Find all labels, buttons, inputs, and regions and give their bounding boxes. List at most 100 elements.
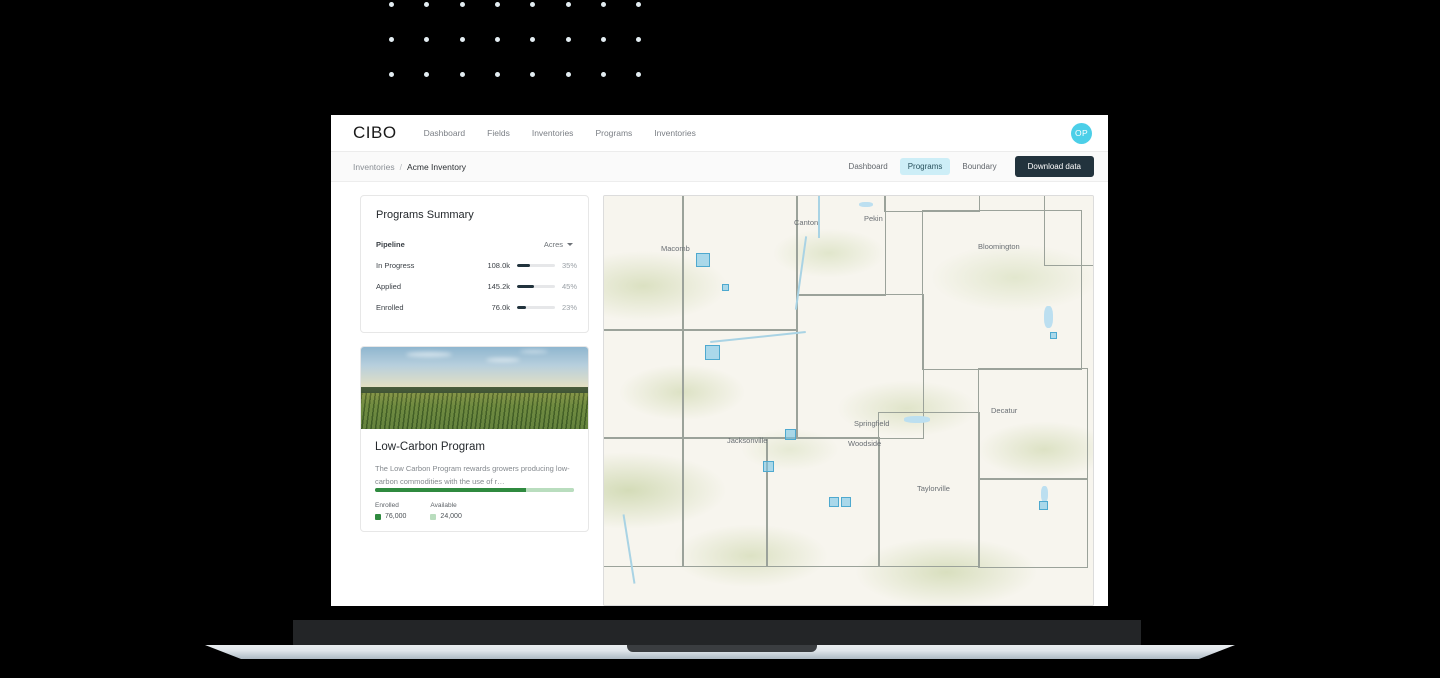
program-description: The Low Carbon Program rewards growers p… xyxy=(375,464,570,487)
column-header-pipeline: Pipeline xyxy=(376,240,405,249)
legend-value-available: 24,000 xyxy=(430,513,462,521)
laptop-base-notch xyxy=(627,645,817,652)
row-value-applied: 145.2k xyxy=(487,282,510,291)
legend-label-available: Available xyxy=(430,502,457,510)
app-top-bar: CIBO Dashboard Fields Inventories Progra… xyxy=(331,115,1108,152)
laptop-bottom-bezel xyxy=(293,620,1141,648)
enrollment-bar xyxy=(375,488,574,493)
photo-crop-field xyxy=(361,392,588,429)
left-column: Programs Summary Pipeline Acres In Progr… xyxy=(360,195,589,606)
map-city-label: Taylorville xyxy=(917,484,950,493)
row-percent-applied: 45% xyxy=(562,282,578,291)
program-photo xyxy=(361,347,588,429)
laptop-screen: CIBO Dashboard Fields Inventories Progra… xyxy=(331,115,1108,606)
breadcrumb: Inventories / Acme Inventory xyxy=(353,162,466,172)
grid-dot xyxy=(636,2,642,7)
legend-label-enrolled: Enrolled xyxy=(375,502,399,510)
breadcrumb-current: Acme Inventory xyxy=(406,161,467,172)
grid-dot xyxy=(424,2,430,7)
photo-cloud xyxy=(406,351,453,357)
grid-dot xyxy=(636,72,642,77)
tab-dashboard[interactable]: Dashboard xyxy=(841,158,896,175)
grid-dot xyxy=(600,37,606,42)
programs-summary-card: Programs Summary Pipeline Acres In Progr… xyxy=(360,195,589,333)
main-content: Programs Summary Pipeline Acres In Progr… xyxy=(331,182,1108,606)
table-row[interactable]: Enrolled 76.0k 23% xyxy=(376,297,577,318)
legend-swatch-enrolled xyxy=(375,513,381,520)
avatar[interactable]: OP xyxy=(1071,122,1092,144)
nav-item-programs[interactable]: Programs xyxy=(595,128,632,138)
program-title: Low-Carbon Program xyxy=(375,441,485,453)
tab-programs[interactable]: Programs xyxy=(899,158,951,175)
nav-item-fields[interactable]: Fields xyxy=(487,128,510,138)
grid-dot xyxy=(459,72,465,77)
progress-bar-enrolled xyxy=(517,306,555,309)
grid-dot xyxy=(530,72,536,77)
program-card[interactable]: Low-Carbon Program The Low Carbon Progra… xyxy=(360,346,589,533)
chevron-down-icon xyxy=(567,243,573,246)
unit-selector[interactable]: Acres xyxy=(544,240,573,249)
legend-enrolled: Enrolled 76,000 xyxy=(375,502,406,520)
grid-dot xyxy=(600,2,606,7)
primary-nav: Dashboard Fields Inventories Programs In… xyxy=(424,128,696,138)
grid-dot xyxy=(389,2,394,7)
map-city-label: Canton xyxy=(794,218,819,227)
nav-item-dashboard[interactable]: Dashboard xyxy=(424,128,466,138)
grid-dot xyxy=(565,37,571,42)
program-body: Low-Carbon Program The Low Carbon Progra… xyxy=(361,429,588,488)
legend-available: Available 24,000 xyxy=(430,502,462,521)
map-city-label: Jacksonville xyxy=(727,436,768,445)
grid-dot xyxy=(565,72,571,77)
grid-dot xyxy=(530,2,536,7)
map-city-label: Woodside xyxy=(848,439,882,448)
table-row[interactable]: In Progress 108.0k 35% xyxy=(376,255,577,276)
photo-sky xyxy=(361,347,588,393)
map-city-label: Springfield xyxy=(854,419,890,428)
nav-item-inventories[interactable]: Inventories xyxy=(532,128,574,138)
map-city-label: Bloomington xyxy=(978,242,1020,251)
decorative-dot-grid xyxy=(389,0,649,80)
enrollment-legend: Enrolled 76,000 Available 24,000 xyxy=(375,502,574,520)
summary-header-row: Pipeline Acres xyxy=(376,234,573,255)
grid-dot xyxy=(459,37,465,42)
grid-dot xyxy=(494,2,500,7)
download-data-button[interactable]: Download data xyxy=(1014,156,1094,177)
map-city-label: Macomb xyxy=(661,244,690,253)
grid-dot xyxy=(424,72,430,77)
row-label-in-progress: In Progress xyxy=(376,261,415,270)
table-row[interactable]: Applied 145.2k 45% xyxy=(376,276,577,297)
map-city-label: Decatur xyxy=(991,406,1018,415)
grid-dot xyxy=(636,37,642,42)
screenshot-stage: CIBO Dashboard Fields Inventories Progra… xyxy=(0,0,1440,678)
progress-bar-applied xyxy=(517,285,555,288)
row-value-in-progress: 108.0k xyxy=(487,261,510,270)
grid-dot xyxy=(389,72,394,77)
photo-crop-rows xyxy=(361,392,588,429)
unit-selector-label: Acres xyxy=(543,240,563,249)
grid-dot xyxy=(565,2,571,7)
brand-logo[interactable]: CIBO xyxy=(353,123,397,143)
grid-dot xyxy=(494,37,500,42)
map-city-labels: Canton Pekin Bloomington Macomb Springfield W… xyxy=(604,196,1093,605)
breadcrumb-parent[interactable]: Inventories xyxy=(353,162,395,172)
tab-boundary[interactable]: Boundary xyxy=(954,158,1004,175)
row-label-applied: Applied xyxy=(376,282,402,291)
grid-dot xyxy=(530,37,536,42)
grid-dot xyxy=(459,2,465,7)
legend-number-available: 24,000 xyxy=(440,513,462,521)
row-percent-in-progress: 35% xyxy=(562,261,578,270)
programs-summary-title: Programs Summary xyxy=(376,209,474,221)
nav-item-inventories-2[interactable]: Inventories xyxy=(654,128,696,138)
map-city-label: Pekin xyxy=(864,214,883,223)
sub-toolbar: Inventories / Acme Inventory Dashboard P… xyxy=(331,152,1108,182)
progress-bar-in-progress xyxy=(517,264,555,267)
program-footer: Enrolled 76,000 Available 24,000 xyxy=(361,488,588,531)
legend-value-enrolled: 76,000 xyxy=(375,513,406,520)
row-percent-enrolled: 23% xyxy=(562,303,578,312)
view-toggle-group: Dashboard Programs Boundary Download dat… xyxy=(841,156,1094,177)
grid-dot xyxy=(494,72,500,77)
map-panel[interactable]: Canton Pekin Bloomington Macomb Springfield W… xyxy=(603,195,1094,606)
grid-dot xyxy=(424,37,430,42)
grid-dot xyxy=(600,72,606,77)
row-value-enrolled: 76.0k xyxy=(491,303,510,312)
